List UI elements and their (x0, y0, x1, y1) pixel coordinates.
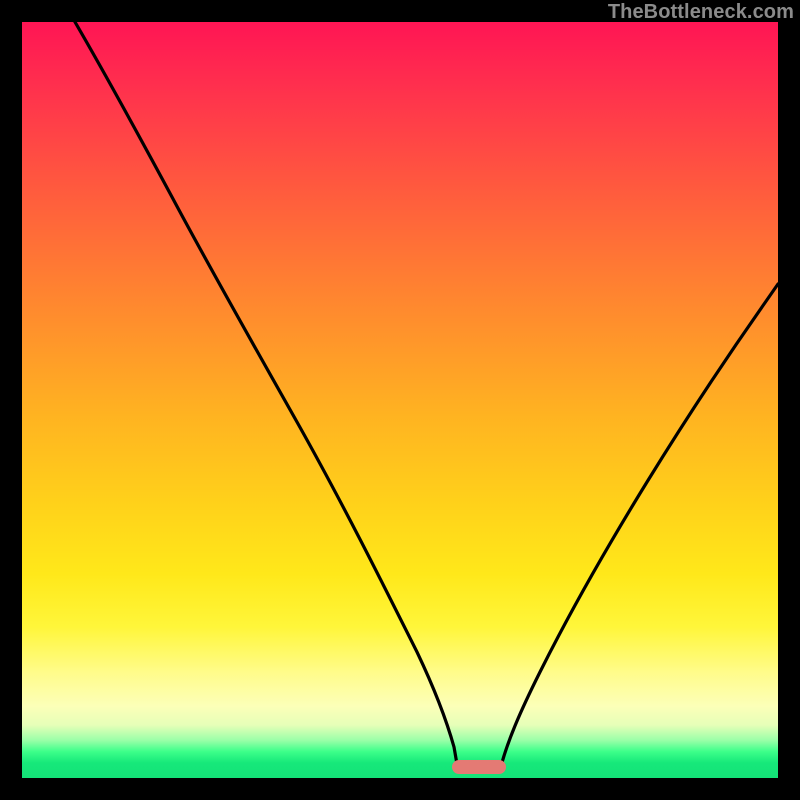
watermark-text: TheBottleneck.com (608, 1, 794, 24)
chart-frame: TheBottleneck.com (0, 0, 800, 800)
plot-area (22, 22, 778, 778)
curve-right-branch (500, 284, 778, 770)
optimal-marker-pill (452, 760, 506, 774)
bottleneck-curve (22, 22, 778, 778)
curve-left-branch (75, 22, 458, 770)
